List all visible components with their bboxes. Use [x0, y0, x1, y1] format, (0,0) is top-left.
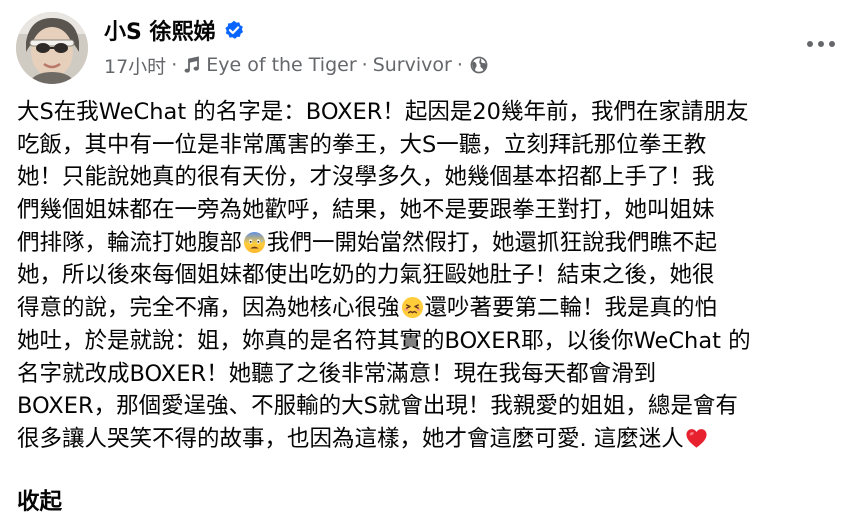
- post-line: 她吐，於是就說：姐，妳真的是名符其實的BOXER耶，以後你WeChat 的: [17, 327, 751, 354]
- collapse-button[interactable]: 收起: [17, 484, 62, 516]
- more-dot: [818, 41, 824, 47]
- song-title[interactable]: Eye of the Tiger: [206, 54, 356, 76]
- post-meta: 17小时 · Eye of the Tiger · Survivor ·: [104, 52, 488, 78]
- post-line: 吃飯，其中有一位是非常厲害的拳王，大S一聽，立刻拜託那位拳王教: [17, 131, 707, 158]
- author-row: 小S 徐熙娣: [104, 14, 244, 46]
- post-text-segment: 得意的說，完全不痛，因為她核心很強: [17, 295, 400, 322]
- anxious-face-emoji: [243, 231, 266, 253]
- globe-icon[interactable]: [470, 56, 488, 74]
- post-line: 大S在我WeChat 的名字是：BOXER！起因是20幾年前，我們在家請朋友: [17, 99, 749, 125]
- post-text-segment: 很多讓人哭笑不得的故事，也因為這樣，她才會這麼可愛. 這麼迷人: [17, 425, 684, 452]
- music-note-icon: [184, 56, 200, 73]
- post-line: 很多讓人哭笑不得的故事，也因為這樣，她才會這麼可愛. 這麼迷人: [17, 423, 849, 456]
- post-line: 們排隊，輪流打她腹部 我們一開始當然假打，她還抓狂說我們瞧不起: [17, 227, 849, 260]
- profile-photo: [16, 12, 88, 84]
- post-line: BOXER，那個愛逞強、不服輸的大S就會出現！我親愛的姐姐，總是會有: [17, 393, 738, 420]
- post-text-segment: 還吵著要第二輪！我是真的怕: [424, 295, 718, 322]
- facebook-post: 小S 徐熙娣 17小时 · Eye of the Tiger · Survivo…: [0, 0, 859, 520]
- more-dot: [829, 41, 835, 47]
- meta-separator: ·: [456, 54, 463, 76]
- post-text-segment: 們排隊，輪流打她腹部: [17, 229, 243, 256]
- confounded-face-emoji: [401, 297, 423, 319]
- post-time[interactable]: 17小时: [104, 52, 166, 79]
- verified-badge-icon: [224, 20, 243, 39]
- meta-separator: ·: [171, 54, 178, 76]
- red-heart-emoji: [686, 428, 707, 448]
- post-line: 們幾個姐妹都在一旁為她歡呼，結果，她不是要跟拳王對打，她叫姐妹: [17, 197, 715, 224]
- post-line: 她！只能說她真的很有天份，才沒學多久，她幾個基本招都上手了！我: [17, 164, 715, 191]
- author-name[interactable]: 小S 徐熙娣: [104, 14, 216, 46]
- more-dot: [807, 41, 813, 47]
- post-text-segment: 我們一開始當然假打，她還抓狂說我們瞧不起: [267, 229, 718, 256]
- post-line: 名字就改成BOXER！她聽了之後非常滿意！現在我每天都會滑到: [17, 360, 657, 387]
- author-avatar[interactable]: [16, 12, 88, 84]
- post-line: 得意的說，完全不痛，因為她核心很強 還吵著要第二輪！我是真的怕: [17, 292, 849, 325]
- song-artist[interactable]: Survivor: [373, 54, 452, 76]
- post-line: 她，所以後來每個姐妹都使出吃奶的力氣狂毆她肚子！結束之後，她很: [17, 262, 715, 289]
- meta-separator: ·: [361, 54, 368, 76]
- post-text: 大S在我WeChat 的名字是：BOXER！起因是20幾年前，我們在家請朋友 吃…: [17, 96, 849, 456]
- post-options-button[interactable]: [801, 28, 841, 60]
